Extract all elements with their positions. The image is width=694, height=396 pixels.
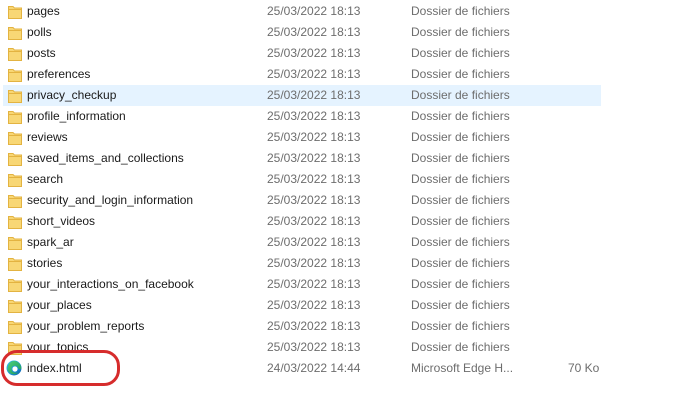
file-row-stories[interactable]: stories 25/03/2022 18:13 Dossier de fich… (0, 253, 694, 274)
file-name: index.html (27, 361, 82, 375)
file-type: Microsoft Edge H... (411, 361, 514, 375)
folder-icon (8, 69, 22, 82)
file-date: 25/03/2022 18:13 (267, 4, 361, 18)
folder-icon (8, 342, 22, 355)
file-type: Dossier de fichiers (411, 172, 510, 186)
file-date: 25/03/2022 18:13 (267, 130, 361, 144)
file-type: Dossier de fichiers (411, 214, 510, 228)
folder-icon (8, 237, 22, 250)
file-name: your_topics (27, 340, 89, 354)
file-row-short-videos[interactable]: short_videos 25/03/2022 18:13 Dossier de… (0, 211, 694, 232)
file-date: 24/03/2022 14:44 (267, 361, 361, 375)
file-type: Dossier de fichiers (411, 67, 510, 81)
file-date: 25/03/2022 18:13 (267, 25, 361, 39)
file-date: 25/03/2022 18:13 (267, 172, 361, 186)
file-type: Dossier de fichiers (411, 4, 510, 18)
file-name: your_interactions_on_facebook (27, 277, 194, 291)
file-type: Dossier de fichiers (411, 298, 510, 312)
folder-icon (8, 258, 22, 271)
file-type: Dossier de fichiers (411, 88, 510, 102)
folder-icon (8, 279, 22, 292)
file-row-posts[interactable]: posts 25/03/2022 18:13 Dossier de fichie… (0, 43, 694, 64)
folder-icon (8, 132, 22, 145)
file-row-reviews[interactable]: reviews 25/03/2022 18:13 Dossier de fich… (0, 127, 694, 148)
file-name: saved_items_and_collections (27, 151, 184, 165)
edge-browser-icon (6, 360, 22, 376)
folder-icon (8, 321, 22, 334)
file-name: preferences (27, 67, 91, 81)
file-row-index-html[interactable]: index.html 24/03/2022 14:44 Microsoft Ed… (0, 358, 694, 379)
folder-icon (8, 153, 22, 166)
file-row-pages[interactable]: pages 25/03/2022 18:13 Dossier de fichie… (0, 1, 694, 22)
file-row-security-and-login-information[interactable]: security_and_login_information 25/03/202… (0, 190, 694, 211)
file-row-privacy-checkup[interactable]: privacy_checkup 25/03/2022 18:13 Dossier… (0, 85, 694, 106)
file-row-spark-ar[interactable]: spark_ar 25/03/2022 18:13 Dossier de fic… (0, 232, 694, 253)
file-name: short_videos (27, 214, 96, 228)
file-date: 25/03/2022 18:13 (267, 298, 361, 312)
file-date: 25/03/2022 18:13 (267, 67, 361, 81)
file-row-saved-items-and-collections[interactable]: saved_items_and_collections 25/03/2022 1… (0, 148, 694, 169)
file-size: 70 Ko (568, 361, 600, 375)
file-row-your-problem-reports[interactable]: your_problem_reports 25/03/2022 18:13 Do… (0, 316, 694, 337)
file-row-profile-information[interactable]: profile_information 25/03/2022 18:13 Dos… (0, 106, 694, 127)
file-date: 25/03/2022 18:13 (267, 214, 361, 228)
file-row-polls[interactable]: polls 25/03/2022 18:13 Dossier de fichie… (0, 22, 694, 43)
folder-icon (8, 6, 22, 19)
file-type: Dossier de fichiers (411, 256, 510, 270)
file-row-your-interactions-on-facebook[interactable]: your_interactions_on_facebook 25/03/2022… (0, 274, 694, 295)
folder-icon (8, 216, 22, 229)
file-type: Dossier de fichiers (411, 235, 510, 249)
file-type: Dossier de fichiers (411, 25, 510, 39)
file-date: 25/03/2022 18:13 (267, 256, 361, 270)
file-date: 25/03/2022 18:13 (267, 277, 361, 291)
file-name: polls (27, 25, 52, 39)
file-name: search (27, 172, 64, 186)
file-date: 25/03/2022 18:13 (267, 88, 361, 102)
file-name: stories (27, 256, 63, 270)
file-name: your_places (27, 298, 92, 312)
file-row-preferences[interactable]: preferences 25/03/2022 18:13 Dossier de … (0, 64, 694, 85)
file-type: Dossier de fichiers (411, 109, 510, 123)
file-name: spark_ar (27, 235, 74, 249)
file-type: Dossier de fichiers (411, 130, 510, 144)
file-name: profile_information (27, 109, 126, 123)
file-name: security_and_login_information (27, 193, 194, 207)
file-row-search[interactable]: search 25/03/2022 18:13 Dossier de fichi… (0, 169, 694, 190)
folder-icon (8, 174, 22, 187)
file-name: your_problem_reports (27, 319, 145, 333)
folder-icon (8, 90, 22, 103)
file-list: pages 25/03/2022 18:13 Dossier de fichie… (0, 1, 694, 379)
folder-icon (8, 111, 22, 124)
folder-icon (8, 300, 22, 313)
file-date: 25/03/2022 18:13 (267, 319, 361, 333)
file-date: 25/03/2022 18:13 (267, 46, 361, 60)
file-date: 25/03/2022 18:13 (267, 151, 361, 165)
file-date: 25/03/2022 18:13 (267, 340, 361, 354)
file-date: 25/03/2022 18:13 (267, 193, 361, 207)
file-type: Dossier de fichiers (411, 46, 510, 60)
folder-icon (8, 27, 22, 40)
folder-icon (8, 48, 22, 61)
file-name: posts (27, 46, 56, 60)
file-date: 25/03/2022 18:13 (267, 109, 361, 123)
file-name: pages (27, 4, 60, 18)
file-row-your-topics[interactable]: your_topics 25/03/2022 18:13 Dossier de … (0, 337, 694, 358)
file-name: privacy_checkup (27, 88, 117, 102)
file-name: reviews (27, 130, 68, 144)
file-type: Dossier de fichiers (411, 277, 510, 291)
file-date: 25/03/2022 18:13 (267, 235, 361, 249)
file-type: Dossier de fichiers (411, 151, 510, 165)
file-type: Dossier de fichiers (411, 193, 510, 207)
file-type: Dossier de fichiers (411, 340, 510, 354)
file-row-your-places[interactable]: your_places 25/03/2022 18:13 Dossier de … (0, 295, 694, 316)
folder-icon (8, 195, 22, 208)
file-type: Dossier de fichiers (411, 319, 510, 333)
